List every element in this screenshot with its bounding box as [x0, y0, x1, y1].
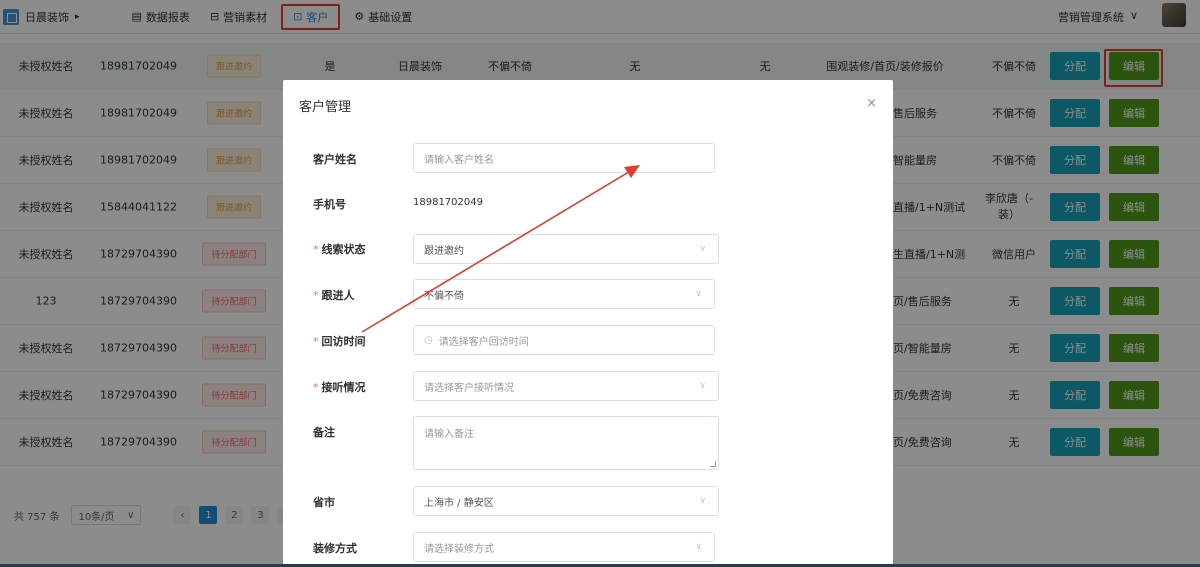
visit-time-picker[interactable]: ◷ 请选择客户回访时间	[413, 325, 715, 355]
chevron-down-icon: ∨	[699, 496, 706, 506]
dialog-title: 客户管理	[299, 100, 352, 115]
required-mark: *	[313, 335, 319, 348]
placeholder: 请选择客户回访时间	[438, 336, 529, 348]
field-label: * 回访时间	[313, 333, 366, 349]
note-textarea[interactable]: 请输入备注	[413, 416, 719, 470]
label-text: 回访时间	[321, 335, 366, 348]
placeholder: 请输入备注	[424, 429, 474, 440]
lead-status-select[interactable]: 跟进邀约 ∨	[413, 234, 719, 264]
field-label: 手机号	[313, 198, 346, 211]
placeholder: 请输入客户姓名	[424, 154, 494, 166]
field-label: 备注	[313, 426, 335, 439]
field-label: * 跟进人	[313, 287, 355, 303]
decor-select[interactable]: 请选择装修方式 ∨	[413, 532, 715, 562]
field-label: 客户姓名	[313, 153, 357, 166]
placeholder: 请选择装修方式	[424, 543, 494, 555]
required-mark: *	[313, 381, 319, 394]
chevron-down-icon: ∨	[699, 381, 706, 391]
chevron-down-icon: ∨	[695, 542, 702, 552]
placeholder: 请选择客户接听情况	[424, 382, 514, 394]
phone-value: 18981702049	[413, 197, 483, 208]
select-value: 上海市 / 静安区	[424, 497, 494, 509]
select-value: 跟进邀约	[424, 245, 464, 257]
field-label: 省市	[313, 496, 335, 509]
required-mark: *	[313, 289, 319, 302]
field-label: 装修方式	[313, 542, 357, 555]
label-text: 接听情况	[321, 381, 366, 394]
label-text: 跟进人	[321, 289, 355, 302]
field-label: * 接听情况	[313, 379, 366, 395]
required-mark: *	[313, 243, 319, 256]
resize-handle[interactable]	[710, 461, 716, 467]
region-cascader[interactable]: 上海市 / 静安区 ∨	[413, 486, 719, 516]
follower-select[interactable]: 不偏不倚 ∨	[413, 279, 715, 309]
answer-select[interactable]: 请选择客户接听情况 ∨	[413, 371, 719, 401]
customer-dialog: 客户管理 × 客户姓名 请输入客户姓名 手机号 18981702049 * 线索状…	[283, 80, 893, 567]
clock-icon: ◷	[424, 334, 433, 346]
select-value: 不偏不倚	[424, 290, 464, 302]
close-icon[interactable]: ×	[866, 96, 877, 111]
chevron-down-icon: ∨	[699, 244, 706, 254]
label-text: 线索状态	[321, 243, 366, 256]
field-label: * 线索状态	[313, 241, 366, 257]
chevron-down-icon: ∨	[695, 289, 702, 299]
customer-name-input[interactable]: 请输入客户姓名	[413, 143, 715, 173]
